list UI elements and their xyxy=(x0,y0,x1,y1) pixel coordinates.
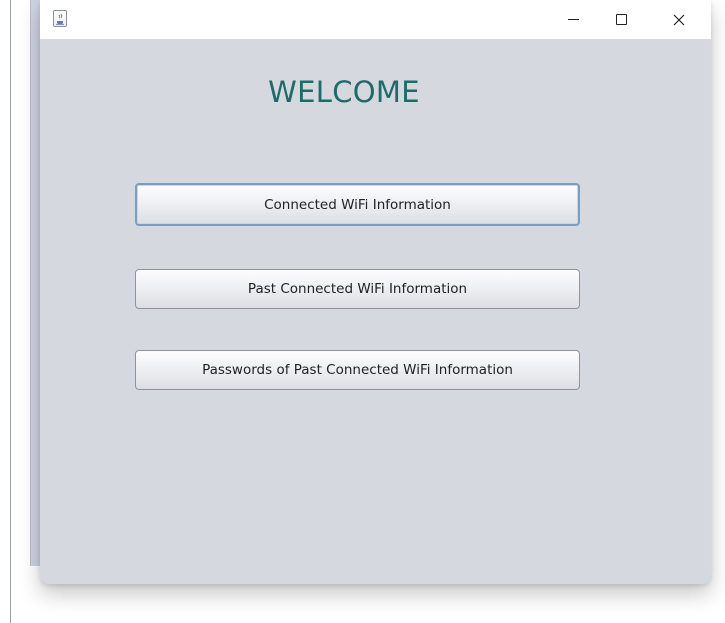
content-panel: WELCOME Connected WiFi Information Past … xyxy=(40,39,711,584)
minimize-button[interactable] xyxy=(550,0,596,39)
welcome-heading: WELCOME xyxy=(268,75,420,109)
java-coffee-icon[interactable] xyxy=(53,10,67,27)
button-label: Passwords of Past Connected WiFi Informa… xyxy=(202,362,513,378)
maximize-icon xyxy=(615,14,627,25)
app-window: WELCOME Connected WiFi Information Past … xyxy=(40,0,711,584)
background-window-edge xyxy=(10,0,11,623)
close-button[interactable] xyxy=(656,0,702,39)
close-icon xyxy=(673,14,685,25)
connected-wifi-info-button[interactable]: Connected WiFi Information xyxy=(135,183,580,226)
button-label: Past Connected WiFi Information xyxy=(247,281,468,297)
button-label: Connected WiFi Information xyxy=(264,196,451,213)
past-connected-wifi-info-button[interactable]: Past Connected WiFi Information xyxy=(135,269,580,309)
wifi-passwords-button[interactable]: Passwords of Past Connected WiFi Informa… xyxy=(135,350,580,390)
maximize-button[interactable] xyxy=(598,0,644,39)
minimize-icon xyxy=(567,19,579,20)
title-bar[interactable] xyxy=(40,0,711,39)
